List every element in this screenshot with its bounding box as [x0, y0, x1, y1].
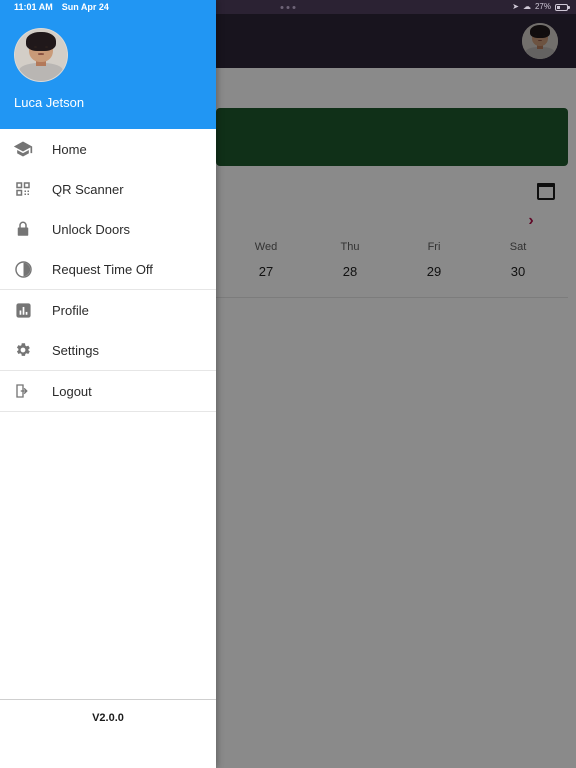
sidebar-item-label: Logout: [52, 383, 92, 399]
status-bar-date: Sun Apr 24: [61, 2, 109, 12]
drawer-user-name: Luca Jetson: [14, 95, 85, 110]
drawer-header: 11:01 AM Sun Apr 24 Luca Jetson: [0, 0, 216, 129]
sidebar-item-settings[interactable]: Settings: [0, 330, 216, 370]
sidebar-item-home[interactable]: Home: [0, 129, 216, 169]
graduation-cap-icon: [12, 138, 34, 160]
app-version-label: V2.0.0: [92, 712, 124, 724]
clock-icon: [12, 258, 34, 280]
drawer-status-bar: 11:01 AM Sun Apr 24: [14, 0, 202, 14]
qr-code-icon: [12, 178, 34, 200]
drawer-menu-group-primary: Home QR Scanner Unlock Doors Request Tim…: [0, 129, 216, 290]
location-arrow-icon: ➤: [512, 2, 519, 11]
drawer-menu-group-session: Logout: [0, 371, 216, 412]
sidebar-item-logout[interactable]: Logout: [0, 371, 216, 411]
sidebar-item-label: Profile: [52, 302, 89, 318]
drawer-menu: Home QR Scanner Unlock Doors Request Tim…: [0, 129, 216, 699]
gear-icon: [12, 339, 34, 361]
drawer-avatar[interactable]: [14, 28, 68, 82]
drawer-footer: V2.0.0: [0, 699, 216, 768]
drawer-scrim-overlay[interactable]: [216, 14, 576, 768]
sidebar-item-label: Request Time Off: [52, 261, 153, 277]
sidebar-item-label: Unlock Doors: [52, 221, 131, 237]
battery-icon: [555, 3, 570, 11]
lock-icon: [12, 218, 34, 240]
sidebar-item-label: Home: [52, 141, 87, 157]
sidebar-item-unlock-doors[interactable]: Unlock Doors: [0, 209, 216, 249]
sidebar-item-profile[interactable]: Profile: [0, 290, 216, 330]
sidebar-item-label: QR Scanner: [52, 181, 124, 197]
status-bar-time: 11:01 AM: [14, 2, 53, 12]
wifi-icon: ☁: [522, 2, 531, 11]
sidebar-item-request-time-off[interactable]: Request Time Off: [0, 249, 216, 289]
user-avatar: [15, 29, 67, 81]
bar-chart-icon: [12, 299, 34, 321]
app-root: ➤ ☁ 27% Luca Jetson › Tue 26: [0, 0, 576, 768]
drawer-menu-group-account: Profile Settings: [0, 290, 216, 371]
sidebar-item-label: Settings: [52, 342, 99, 358]
logout-icon: [12, 380, 34, 402]
status-bar-right: ➤ ☁ 27%: [512, 2, 570, 11]
navigation-drawer: 11:01 AM Sun Apr 24 Luca Jetson Home QR …: [0, 0, 216, 768]
sidebar-item-qr-scanner[interactable]: QR Scanner: [0, 169, 216, 209]
multitask-dots-icon[interactable]: [280, 5, 296, 9]
battery-percent-label: 27%: [534, 2, 551, 11]
